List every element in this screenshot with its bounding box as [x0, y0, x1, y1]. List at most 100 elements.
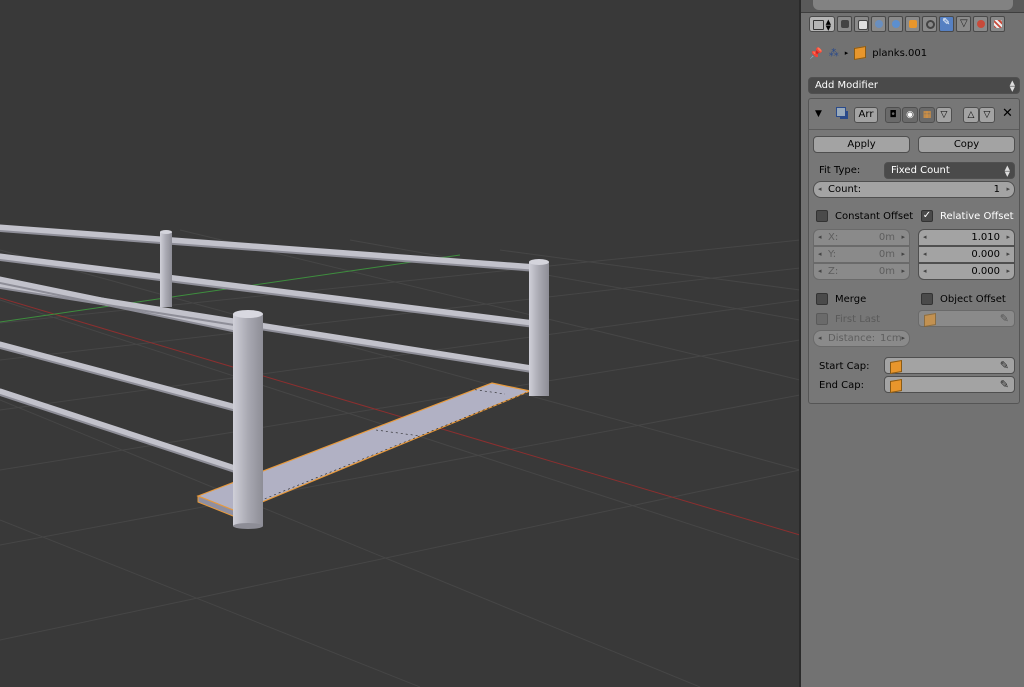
relative-y-value: 0.000 [971, 249, 1000, 260]
texture-tab[interactable] [990, 16, 1005, 32]
increment-arrow-icon: ▸ [901, 267, 905, 275]
object-tab[interactable] [905, 16, 920, 32]
fit-type-value: Fixed Count [891, 165, 950, 176]
decrement-arrow-icon: ◂ [818, 233, 822, 241]
first-last-checkbox[interactable] [816, 313, 828, 325]
link-icon [926, 20, 935, 29]
header-scrollbar[interactable] [813, 0, 1013, 10]
increment-arrow-icon: ▸ [1006, 233, 1010, 241]
scene-tab[interactable] [871, 16, 886, 32]
eyedropper-icon[interactable]: ✎ [1000, 312, 1009, 325]
scene-data-icon: ⁂ [828, 47, 839, 59]
render-layers-tab[interactable] [854, 16, 869, 32]
array-modifier-panel: ▼ Arr ◘ ◉ ▦ ▽ △ ▽ ✕ Apply Copy Fit Type:… [808, 98, 1020, 404]
close-icon[interactable]: ✕ [1002, 106, 1013, 121]
distance-label: Distance: [828, 333, 876, 344]
eyedropper-icon[interactable]: ✎ [1000, 359, 1009, 372]
modifier-name-field[interactable]: Arr [854, 107, 878, 123]
editor-header [801, 0, 1024, 13]
fit-type-select[interactable]: Fixed Count ▲ ▼ [884, 162, 1015, 179]
collapse-arrow-icon[interactable]: ▼ [815, 109, 822, 119]
constant-y-field[interactable]: ◂ Y: 0m ▸ [813, 246, 910, 263]
constant-x-field[interactable]: ◂ X: 0m ▸ [813, 229, 910, 246]
end-cap-field[interactable]: ✎ [884, 376, 1015, 394]
object-icon [924, 312, 936, 328]
relative-z-field[interactable]: ◂ 0.000 ▸ [918, 263, 1015, 280]
constraints-tab[interactable] [922, 16, 937, 32]
decrement-arrow-icon: ◂ [818, 334, 822, 342]
mesh-data-icon: ▽ [960, 18, 968, 29]
show-on-cage-toggle[interactable]: ▽ [936, 107, 952, 123]
constant-offset-checkbox[interactable] [816, 210, 828, 222]
increment-arrow-icon: ▸ [1006, 250, 1010, 258]
object-offset-checkbox[interactable] [921, 293, 933, 305]
relative-offset-label: Relative Offset [940, 211, 1014, 222]
merge-checkbox[interactable] [816, 293, 828, 305]
decrement-arrow-icon: ◂ [923, 250, 927, 258]
chevron-updown-icon: ▲ ▼ [1004, 164, 1010, 178]
material-tab[interactable] [973, 16, 988, 32]
relative-x-value: 1.010 [971, 232, 1000, 243]
merge-distance-field[interactable]: ◂ Distance: 1cm ▸ [813, 330, 910, 347]
object-icon [909, 20, 917, 28]
editor-type-menu[interactable]: ▲ ▼ [809, 16, 835, 32]
move-up-button[interactable]: △ [963, 107, 979, 123]
object-icon [854, 45, 867, 61]
layers-icon [858, 20, 868, 30]
3d-viewport[interactable] [0, 0, 800, 687]
world-icon [892, 20, 900, 28]
add-modifier-menu[interactable]: Add Modifier ▲ ▼ [808, 77, 1020, 94]
distance-value: 1cm [880, 333, 902, 344]
decrement-arrow-icon: ◂ [923, 267, 927, 275]
object-name: planks.001 [872, 47, 928, 59]
offset-object-field[interactable]: ✎ [918, 310, 1015, 328]
copy-label: Copy [953, 139, 980, 150]
eye-icon: ◉ [906, 110, 914, 120]
decrement-arrow-icon: ◂ [818, 250, 822, 258]
decrement-arrow-icon: ◂ [818, 267, 822, 275]
count-value: 1 [993, 184, 1000, 195]
copy-button[interactable]: Copy [918, 136, 1015, 153]
add-modifier-label: Add Modifier [815, 80, 878, 91]
floor-grid [0, 229, 800, 687]
relative-offset-checkbox[interactable]: ✓ [921, 210, 933, 222]
object-offset-label: Object Offset [940, 294, 1006, 305]
end-cap-label: End Cap: [819, 380, 865, 391]
start-cap-field[interactable]: ✎ [884, 357, 1015, 375]
render-tab[interactable] [837, 16, 852, 32]
data-tab[interactable]: ▽ [956, 16, 971, 32]
relative-y-field[interactable]: ◂ 0.000 ▸ [918, 246, 1015, 263]
merge-label: Merge [835, 294, 867, 305]
constant-y-value: 0m [878, 249, 895, 260]
count-field[interactable]: ◂ Count: 1 ▸ [813, 181, 1015, 198]
camera-icon: ◘ [889, 110, 897, 120]
world-tab[interactable] [888, 16, 903, 32]
count-label: Count: [828, 184, 862, 195]
breadcrumb-arrow-icon: ▸ [844, 49, 849, 57]
show-render-toggle[interactable]: ◘ [885, 107, 901, 123]
x-axis-line [0, 297, 800, 536]
apply-button[interactable]: Apply [813, 136, 910, 153]
show-editmode-toggle[interactable]: ▦ [919, 107, 935, 123]
editor-type-icon [813, 20, 824, 30]
array-modifier-icon [836, 107, 846, 117]
relative-z-value: 0.000 [971, 266, 1000, 277]
increment-arrow-icon: ▸ [901, 334, 905, 342]
decrement-arrow-icon: ◂ [923, 233, 927, 241]
increment-arrow-icon: ▸ [1006, 185, 1010, 193]
constant-z-value: 0m [878, 266, 895, 277]
fit-type-label: Fit Type: [819, 165, 861, 176]
constant-y-label: Y: [828, 249, 837, 260]
eyedropper-icon[interactable]: ✎ [1000, 378, 1009, 391]
pin-icon[interactable]: 📌 [809, 47, 823, 60]
move-down-button[interactable]: ▽ [979, 107, 995, 123]
modifiers-tab[interactable]: ✎ [939, 16, 954, 32]
constant-z-field[interactable]: ◂ Z: 0m ▸ [813, 263, 910, 280]
modifier-name: Arr [858, 109, 874, 120]
arrow-up-icon: △ [967, 110, 975, 120]
show-viewport-toggle[interactable]: ◉ [902, 107, 918, 123]
increment-arrow-icon: ▸ [901, 233, 905, 241]
relative-x-field[interactable]: ◂ 1.010 ▸ [918, 229, 1015, 246]
object-icon [890, 378, 902, 394]
breadcrumb: 📌 ⁂ ▸ planks.001 [809, 44, 927, 62]
